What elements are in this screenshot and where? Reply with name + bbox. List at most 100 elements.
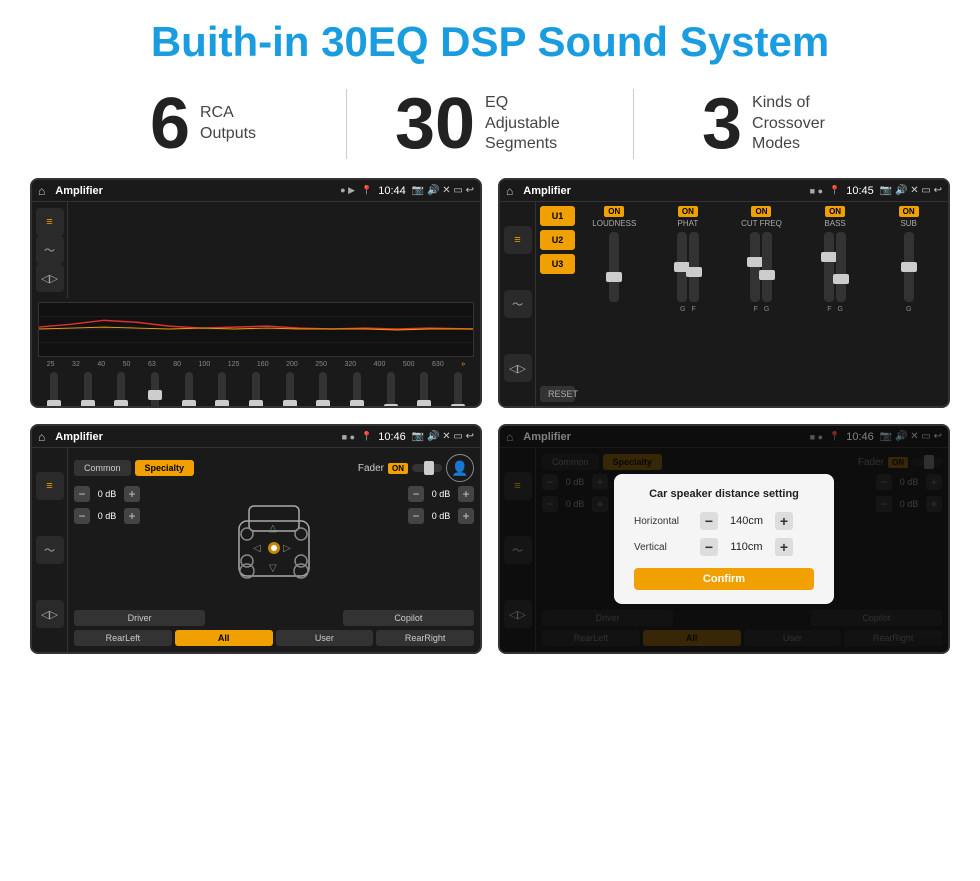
rearright-btn[interactable]: RearRight (376, 630, 474, 646)
u3-preset[interactable]: U3 (540, 254, 575, 274)
vol-row-rr: − 0 dB + (408, 508, 474, 524)
slider-track[interactable] (218, 372, 226, 408)
cutfreq-on[interactable]: ON (751, 206, 771, 217)
vol-minus-rr[interactable]: − (408, 508, 424, 524)
bass-channel: ON BASS F G (800, 206, 871, 402)
dot-icons-3: ■ ● (342, 432, 355, 442)
vol-val-rl: 0 dB (93, 511, 121, 521)
side-panel-2: ≡ 〜 ◁▷ (500, 202, 536, 406)
side-btn-wave[interactable]: 〜 (504, 290, 532, 318)
svg-text:△: △ (269, 523, 277, 534)
sub-slider[interactable] (904, 232, 914, 302)
vol-val-rr: 0 dB (427, 511, 455, 521)
eq-labels: 25 32 40 50 63 80 100 125 160 200 250 32… (38, 361, 474, 368)
slider-track[interactable] (454, 372, 462, 408)
vol-plus-fl[interactable]: + (124, 486, 140, 502)
reset-preset[interactable]: RESET (540, 386, 575, 402)
loudness-on[interactable]: ON (604, 206, 624, 217)
fader-on[interactable]: ON (388, 463, 408, 474)
vol-minus-rl[interactable]: − (74, 508, 90, 524)
status-icons-3: 📷 🔊 ✕ ▭ ↩ (412, 431, 474, 442)
slider-track[interactable] (50, 372, 58, 408)
vol-minus-fl[interactable]: − (74, 486, 90, 502)
vertical-minus[interactable]: − (700, 538, 718, 556)
eq-slider-col: -1 (375, 372, 407, 408)
slider-track[interactable] (84, 372, 92, 408)
vol-plus-fr[interactable]: + (458, 486, 474, 502)
phat-slider-f[interactable] (689, 232, 699, 302)
cutfreq-label: CUT FREQ (741, 219, 782, 228)
slider-track[interactable] (420, 372, 428, 408)
left-vol-col: − 0 dB + − 0 dB + (74, 486, 140, 606)
slider-track[interactable] (286, 372, 294, 408)
status-bar-3: ⌂ Amplifier ■ ● 📍 10:46 📷 🔊 ✕ ▭ ↩ (32, 426, 480, 448)
stat-eq: 30 EQ AdjustableSegments (347, 88, 633, 160)
eq-slider-col: 0 (409, 372, 441, 408)
side-btn-3-1[interactable]: ≡ (36, 472, 64, 500)
user-profile-icon[interactable]: 👤 (446, 454, 474, 482)
location-icon-3: 📍 (361, 431, 372, 442)
vertical-row: Vertical − 110cm + (634, 538, 814, 556)
slider-track[interactable] (185, 372, 193, 408)
slider-track[interactable] (151, 372, 159, 408)
side-btn-3-2[interactable]: 〜 (36, 536, 64, 564)
loudness-slider[interactable] (609, 232, 619, 302)
fader-slider[interactable] (412, 464, 442, 472)
stat-number-eq: 30 (395, 88, 475, 160)
stat-number-crossover: 3 (702, 88, 742, 160)
home-icon-2[interactable]: ⌂ (506, 184, 513, 198)
driver-btn[interactable]: Driver (74, 610, 205, 626)
horizontal-minus[interactable]: − (700, 512, 718, 530)
dot-icons-2: ■ ● (810, 186, 823, 196)
slider-track[interactable] (319, 372, 327, 408)
eq-main: 25 32 40 50 63 80 100 125 160 200 250 32… (32, 298, 480, 408)
eq-slider-col: -1 (442, 372, 474, 408)
side-btn-3-3[interactable]: ◁▷ (36, 600, 64, 628)
vol-val-fr: 0 dB (427, 489, 455, 499)
all-btn[interactable]: All (175, 630, 273, 646)
vol-minus-fr[interactable]: − (408, 486, 424, 502)
copilot-btn[interactable]: Copilot (343, 610, 474, 626)
bass-on[interactable]: ON (825, 206, 845, 217)
eq-side-btn-3[interactable]: ◁▷ (36, 264, 64, 292)
eq-side-btn-1[interactable]: ≡ (36, 208, 64, 236)
common-tab[interactable]: Common (74, 460, 131, 476)
vertical-value: 110cm (724, 541, 769, 553)
stats-row: 6 RCAOutputs 30 EQ AdjustableSegments 3 … (0, 78, 980, 178)
home-icon-3[interactable]: ⌂ (38, 430, 45, 444)
crossover-main: Common Specialty Fader ON 👤 (68, 448, 480, 652)
vol-val-fl: 0 dB (93, 489, 121, 499)
slider-track[interactable] (387, 372, 395, 408)
eq-slider-col: 0 (105, 372, 137, 408)
vol-plus-rl[interactable]: + (124, 508, 140, 524)
loudness-channel: ON LOUDNESS (579, 206, 650, 402)
phat-on[interactable]: ON (678, 206, 698, 217)
sub-on[interactable]: ON (899, 206, 919, 217)
user-btn[interactable]: User (276, 630, 374, 646)
side-btn-eq2[interactable]: ≡ (504, 226, 532, 254)
channels-area: ON LOUDNESS ON PHAT (579, 206, 944, 402)
eq-slider-col: 0 (274, 372, 306, 408)
eq-side-btn-2[interactable]: 〜 (36, 236, 64, 264)
cutfreq-slider-g[interactable] (762, 232, 772, 302)
app-name-2: Amplifier (523, 185, 803, 197)
u2-preset[interactable]: U2 (540, 230, 575, 250)
eq-sliders: 0 0 0 5 0 (38, 372, 474, 408)
side-btn-lr[interactable]: ◁▷ (504, 354, 532, 382)
u1-preset[interactable]: U1 (540, 206, 575, 226)
horizontal-plus[interactable]: + (775, 512, 793, 530)
screen3-crossover: ⌂ Amplifier ■ ● 📍 10:46 📷 🔊 ✕ ▭ ↩ ≡ 〜 ◁▷… (30, 424, 482, 654)
screen1-eq: ⌂ Amplifier ● ▶ 📍 10:44 📷 🔊 ✕ ▭ ↩ ≡ 〜 ◁▷ (30, 178, 482, 408)
vertical-plus[interactable]: + (775, 538, 793, 556)
rearleft-btn[interactable]: RearLeft (74, 630, 172, 646)
slider-track[interactable] (353, 372, 361, 408)
slider-track[interactable] (117, 372, 125, 408)
confirm-button[interactable]: Confirm (634, 568, 814, 590)
specialty-tab[interactable]: Specialty (135, 460, 195, 476)
slider-track[interactable] (252, 372, 260, 408)
home-icon-1[interactable]: ⌂ (38, 184, 45, 198)
bass-slider-g[interactable] (836, 232, 846, 302)
bass-slider-f[interactable] (824, 232, 834, 302)
vol-plus-rr[interactable]: + (458, 508, 474, 524)
cutfreq-slider-f[interactable] (750, 232, 760, 302)
